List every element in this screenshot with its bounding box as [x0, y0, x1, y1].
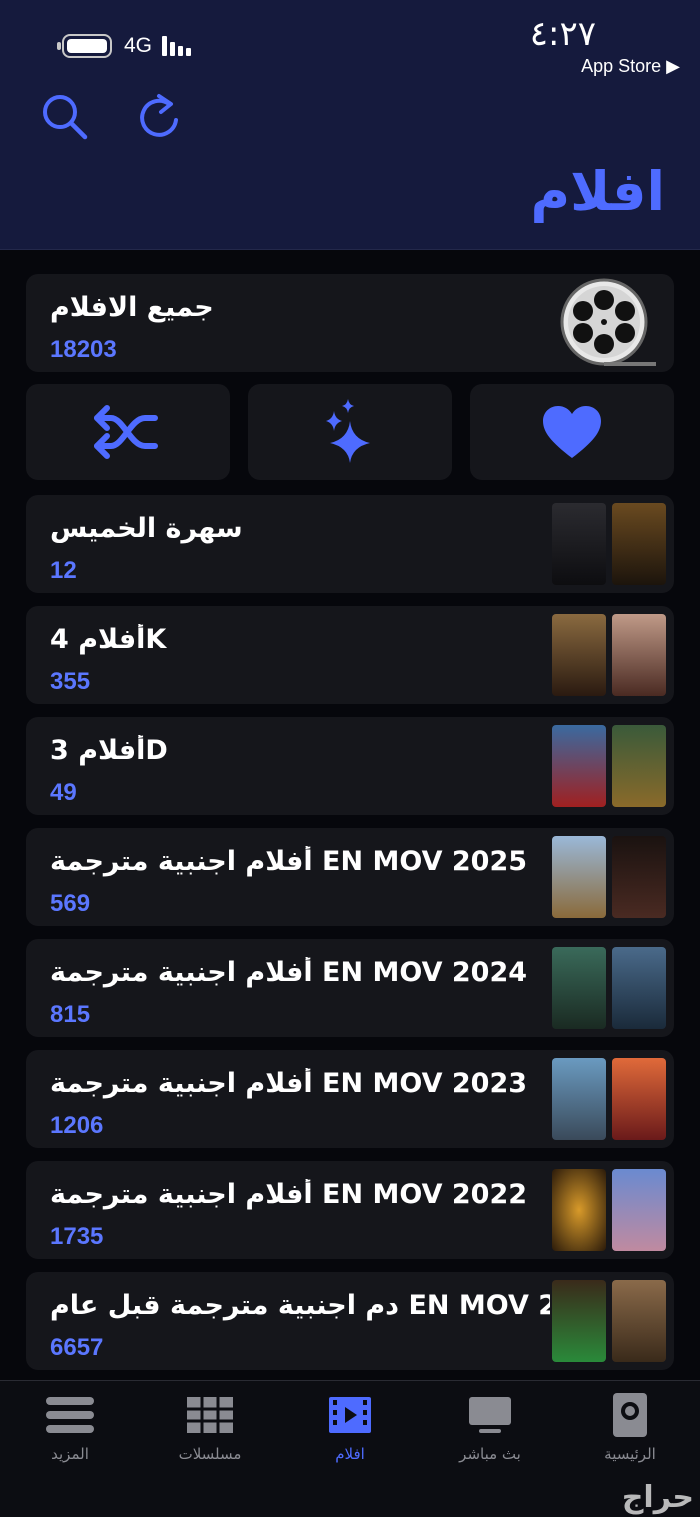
category-title: سهرة الخميس [50, 513, 243, 544]
poster-thumbnail [612, 1169, 666, 1251]
poster-thumbnail [612, 1280, 666, 1362]
poster-thumbnail [552, 1058, 606, 1140]
back-to-app-store[interactable]: App Store ▶ [581, 56, 680, 77]
poster-thumbnail [612, 1058, 666, 1140]
category-title: أفلام 4K [50, 624, 167, 655]
top-header: 4G ٤:٢٧ App Store ▶ افلام [0, 0, 700, 250]
home-icon [613, 1393, 647, 1437]
poster-thumbnail [552, 503, 606, 585]
category-title: أفلام 3D [50, 735, 168, 766]
category-thumbnails [552, 947, 666, 1029]
poster-thumbnail [612, 836, 666, 918]
poster-thumbnail [552, 614, 606, 696]
grid-icon [187, 1397, 233, 1433]
status-time: ٤:٢٧ [529, 14, 596, 54]
all-movies-title: جميع الافلام [50, 292, 214, 323]
category-card[interactable]: أفلام اجنبية مترجمة EN MOV 2025 569 [26, 828, 674, 926]
category-title: دم اجنبية مترجمة قبل عام EN MOV 2021 [50, 1290, 550, 1321]
sparkles-button[interactable] [248, 384, 452, 480]
category-thumbnails [552, 1280, 666, 1362]
category-title: أفلام اجنبية مترجمة EN MOV 2025 [50, 846, 528, 877]
category-card[interactable]: أفلام 3D 49 [26, 717, 674, 815]
tab-label: افلام [335, 1445, 365, 1463]
category-thumbnails [552, 614, 666, 696]
poster-thumbnail [612, 614, 666, 696]
category-count: 1206 [50, 1112, 104, 1139]
category-count: 6657 [50, 1334, 104, 1361]
tab-series[interactable]: مسلسلات [140, 1391, 280, 1463]
all-movies-card[interactable]: جميع الافلام 18203 [26, 274, 674, 372]
category-thumbnails [552, 836, 666, 918]
bottom-tab-bar: المزيد مسلسلات افلام بث مباشر الرئيسية ح… [0, 1380, 700, 1517]
poster-thumbnail [552, 1280, 606, 1362]
poster-thumbnail [612, 725, 666, 807]
category-card[interactable]: دم اجنبية مترجمة قبل عام EN MOV 2021 665… [26, 1272, 674, 1370]
category-count: 569 [50, 890, 91, 917]
category-count: 355 [50, 668, 91, 695]
film-icon [329, 1397, 371, 1433]
category-thumbnails [552, 725, 666, 807]
status-bar-left: 4G [57, 34, 192, 58]
poster-thumbnail [552, 725, 606, 807]
category-thumbnails [552, 1169, 666, 1251]
all-movies-count: 18203 [50, 336, 117, 363]
category-card[interactable]: سهرة الخميس 12 [26, 495, 674, 593]
menu-icon [46, 1397, 94, 1433]
category-thumbnails [552, 1058, 666, 1140]
poster-thumbnail [552, 836, 606, 918]
poster-thumbnail [612, 947, 666, 1029]
category-count: 12 [50, 557, 77, 584]
sparkles-icon [326, 399, 370, 463]
battery-icon [57, 34, 112, 58]
category-count: 1735 [50, 1223, 104, 1250]
tab-label: الرئيسية [604, 1445, 656, 1463]
category-card[interactable]: أفلام اجنبية مترجمة EN MOV 2022 1735 [26, 1161, 674, 1259]
refresh-icon[interactable] [135, 90, 183, 142]
heart-icon [543, 406, 601, 458]
poster-thumbnail [552, 1169, 606, 1251]
category-title: أفلام اجنبية مترجمة EN MOV 2023 [50, 1068, 528, 1099]
category-card[interactable]: أفلام اجنبية مترجمة EN MOV 2024 815 [26, 939, 674, 1037]
shuffle-icon [94, 405, 158, 459]
watermark: حراج [621, 1480, 694, 1515]
network-type: 4G [124, 34, 153, 57]
category-count: 815 [50, 1001, 91, 1028]
film-reel-icon [554, 278, 658, 366]
page-title: افلام [530, 160, 665, 223]
tab-more[interactable]: المزيد [0, 1391, 140, 1463]
favorites-button[interactable] [470, 384, 674, 480]
category-count: 49 [50, 779, 77, 806]
tab-label: مسلسلات [178, 1445, 242, 1463]
category-card[interactable]: أفلام اجنبية مترجمة EN MOV 2023 1206 [26, 1050, 674, 1148]
poster-thumbnail [552, 947, 606, 1029]
search-icon[interactable] [40, 92, 90, 142]
tv-icon [469, 1397, 511, 1433]
tab-label: المزيد [51, 1445, 89, 1463]
signal-icon [162, 36, 192, 56]
category-title: أفلام اجنبية مترجمة EN MOV 2024 [50, 957, 528, 988]
tab-label: بث مباشر [459, 1445, 521, 1463]
tab-movies[interactable]: افلام [280, 1391, 420, 1463]
category-thumbnails [552, 503, 666, 585]
tab-live[interactable]: بث مباشر [420, 1391, 560, 1463]
tab-home[interactable]: الرئيسية [560, 1391, 700, 1463]
shuffle-button[interactable] [26, 384, 230, 480]
category-card[interactable]: أفلام 4K 355 [26, 606, 674, 704]
category-title: أفلام اجنبية مترجمة EN MOV 2022 [50, 1179, 528, 1210]
poster-thumbnail [612, 503, 666, 585]
